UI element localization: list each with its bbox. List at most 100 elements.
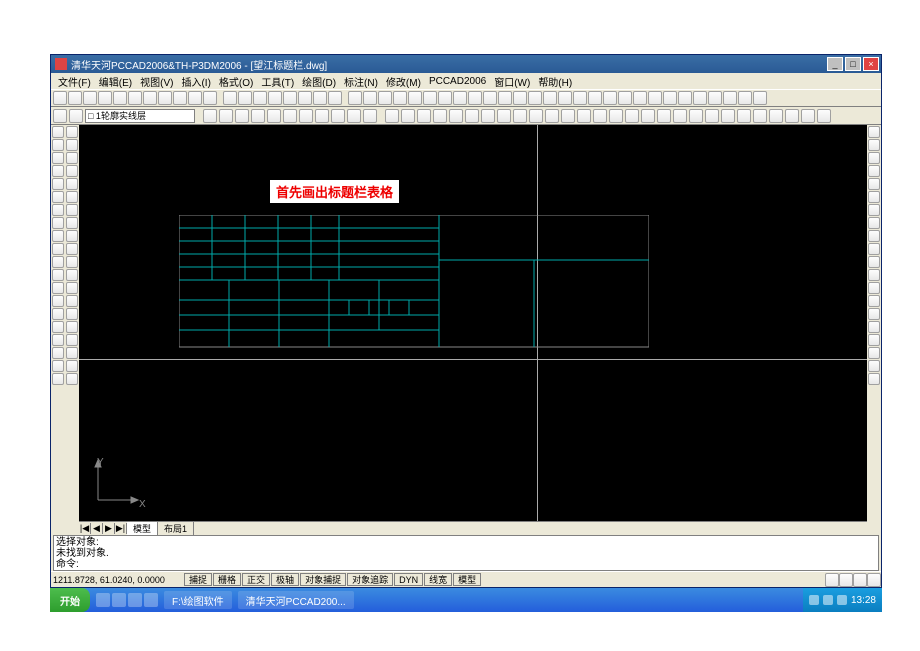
tool-icon[interactable]: [52, 282, 64, 294]
tool-icon[interactable]: [738, 91, 752, 105]
cut-icon[interactable]: [128, 91, 142, 105]
titlebar[interactable]: 清华天河PCCAD2006&TH-P3DM2006 - [望江标题栏.dwg] …: [51, 55, 881, 73]
properties-icon[interactable]: [283, 91, 297, 105]
tool-icon[interactable]: [868, 321, 880, 333]
tool-icon[interactable]: [543, 91, 557, 105]
ql-icon[interactable]: [112, 593, 126, 607]
tool-icon[interactable]: [705, 109, 719, 123]
scale-icon[interactable]: [497, 109, 511, 123]
tab-nav-prev[interactable]: ◀: [91, 523, 103, 534]
tool-icon[interactable]: [52, 243, 64, 255]
tool-icon[interactable]: [66, 282, 78, 294]
tool-icon[interactable]: [678, 91, 692, 105]
tool-icon[interactable]: [868, 347, 880, 359]
tool-icon[interactable]: [609, 109, 623, 123]
tool-icon[interactable]: [66, 269, 78, 281]
tool-icon[interactable]: [378, 91, 392, 105]
zoom-prev-icon[interactable]: [268, 91, 282, 105]
start-button[interactable]: 开始: [50, 588, 90, 612]
tool-icon[interactable]: [663, 91, 677, 105]
menu-view[interactable]: 视图(V): [137, 74, 176, 89]
tray-icon[interactable]: [809, 595, 819, 605]
tray-icon[interactable]: [823, 595, 833, 605]
tool-icon[interactable]: [52, 373, 64, 385]
tool-icon[interactable]: [708, 91, 722, 105]
rotate-icon[interactable]: [481, 109, 495, 123]
rect-icon[interactable]: [251, 109, 265, 123]
tool-icon[interactable]: [66, 191, 78, 203]
toggle-ortho[interactable]: 正交: [242, 573, 270, 586]
tool-icon[interactable]: [66, 373, 78, 385]
tool-icon[interactable]: [603, 91, 617, 105]
toggle-model[interactable]: 模型: [453, 573, 481, 586]
toggle-dyn[interactable]: DYN: [394, 573, 423, 586]
tool-icon[interactable]: [817, 109, 831, 123]
menu-draw[interactable]: 绘图(D): [299, 74, 339, 89]
tool-icon[interactable]: [498, 91, 512, 105]
command-line[interactable]: 选择对象: 未找到对象. 命令:: [53, 535, 879, 571]
tool-icon[interactable]: [66, 256, 78, 268]
tool-icon[interactable]: [52, 321, 64, 333]
tool-icon[interactable]: [52, 178, 64, 190]
arc-icon[interactable]: [267, 109, 281, 123]
design-center-icon[interactable]: [298, 91, 312, 105]
point-icon[interactable]: [347, 109, 361, 123]
extend-icon[interactable]: [529, 109, 543, 123]
ql-icon[interactable]: [128, 593, 142, 607]
tool-icon[interactable]: [868, 204, 880, 216]
tool-icon[interactable]: [52, 308, 64, 320]
tool-icon[interactable]: [66, 165, 78, 177]
fillet-icon[interactable]: [577, 109, 591, 123]
close-button[interactable]: ×: [863, 57, 879, 71]
circle-icon[interactable]: [283, 109, 297, 123]
ellipse-icon[interactable]: [315, 109, 329, 123]
taskbar-item-folder[interactable]: F:\绘图软件: [164, 591, 232, 609]
status-icon[interactable]: [867, 573, 881, 587]
text-icon[interactable]: [363, 109, 377, 123]
save-icon[interactable]: [83, 91, 97, 105]
tool-icon[interactable]: [66, 217, 78, 229]
tool-icon[interactable]: [52, 152, 64, 164]
tab-layout1[interactable]: 布局1: [158, 522, 194, 535]
preview-icon[interactable]: [113, 91, 127, 105]
toggle-lwt[interactable]: 线宽: [424, 573, 452, 586]
help-icon[interactable]: [328, 91, 342, 105]
tool-icon[interactable]: [588, 91, 602, 105]
tool-icon[interactable]: [641, 109, 655, 123]
tool-icon[interactable]: [66, 204, 78, 216]
match-icon[interactable]: [173, 91, 187, 105]
menu-dim[interactable]: 标注(N): [341, 74, 381, 89]
toggle-otrack[interactable]: 对象追踪: [347, 573, 393, 586]
menu-window[interactable]: 窗口(W): [491, 74, 533, 89]
tool-icon[interactable]: [52, 334, 64, 346]
tool-icon[interactable]: [753, 109, 767, 123]
polygon-icon[interactable]: [235, 109, 249, 123]
tool-palette-icon[interactable]: [313, 91, 327, 105]
tool-icon[interactable]: [66, 360, 78, 372]
tool-icon[interactable]: [52, 269, 64, 281]
offset-icon[interactable]: [433, 109, 447, 123]
menu-file[interactable]: 文件(F): [55, 74, 94, 89]
move-icon[interactable]: [465, 109, 479, 123]
menu-format[interactable]: 格式(O): [216, 74, 256, 89]
break-icon[interactable]: [545, 109, 559, 123]
tool-icon[interactable]: [52, 204, 64, 216]
status-icon[interactable]: [853, 573, 867, 587]
tool-icon[interactable]: [66, 178, 78, 190]
tool-icon[interactable]: [66, 230, 78, 242]
tool-icon[interactable]: [868, 126, 880, 138]
tool-icon[interactable]: [558, 91, 572, 105]
tool-icon[interactable]: [348, 91, 362, 105]
tool-icon[interactable]: [693, 91, 707, 105]
tool-icon[interactable]: [438, 91, 452, 105]
tab-model[interactable]: 模型: [127, 522, 158, 535]
tool-icon[interactable]: [657, 109, 671, 123]
tool-icon[interactable]: [66, 243, 78, 255]
tool-icon[interactable]: [52, 295, 64, 307]
tool-icon[interactable]: [66, 308, 78, 320]
pan-icon[interactable]: [223, 91, 237, 105]
copy-obj-icon[interactable]: [401, 109, 415, 123]
redo-icon[interactable]: [203, 91, 217, 105]
tool-icon[interactable]: [573, 91, 587, 105]
tool-icon[interactable]: [393, 91, 407, 105]
